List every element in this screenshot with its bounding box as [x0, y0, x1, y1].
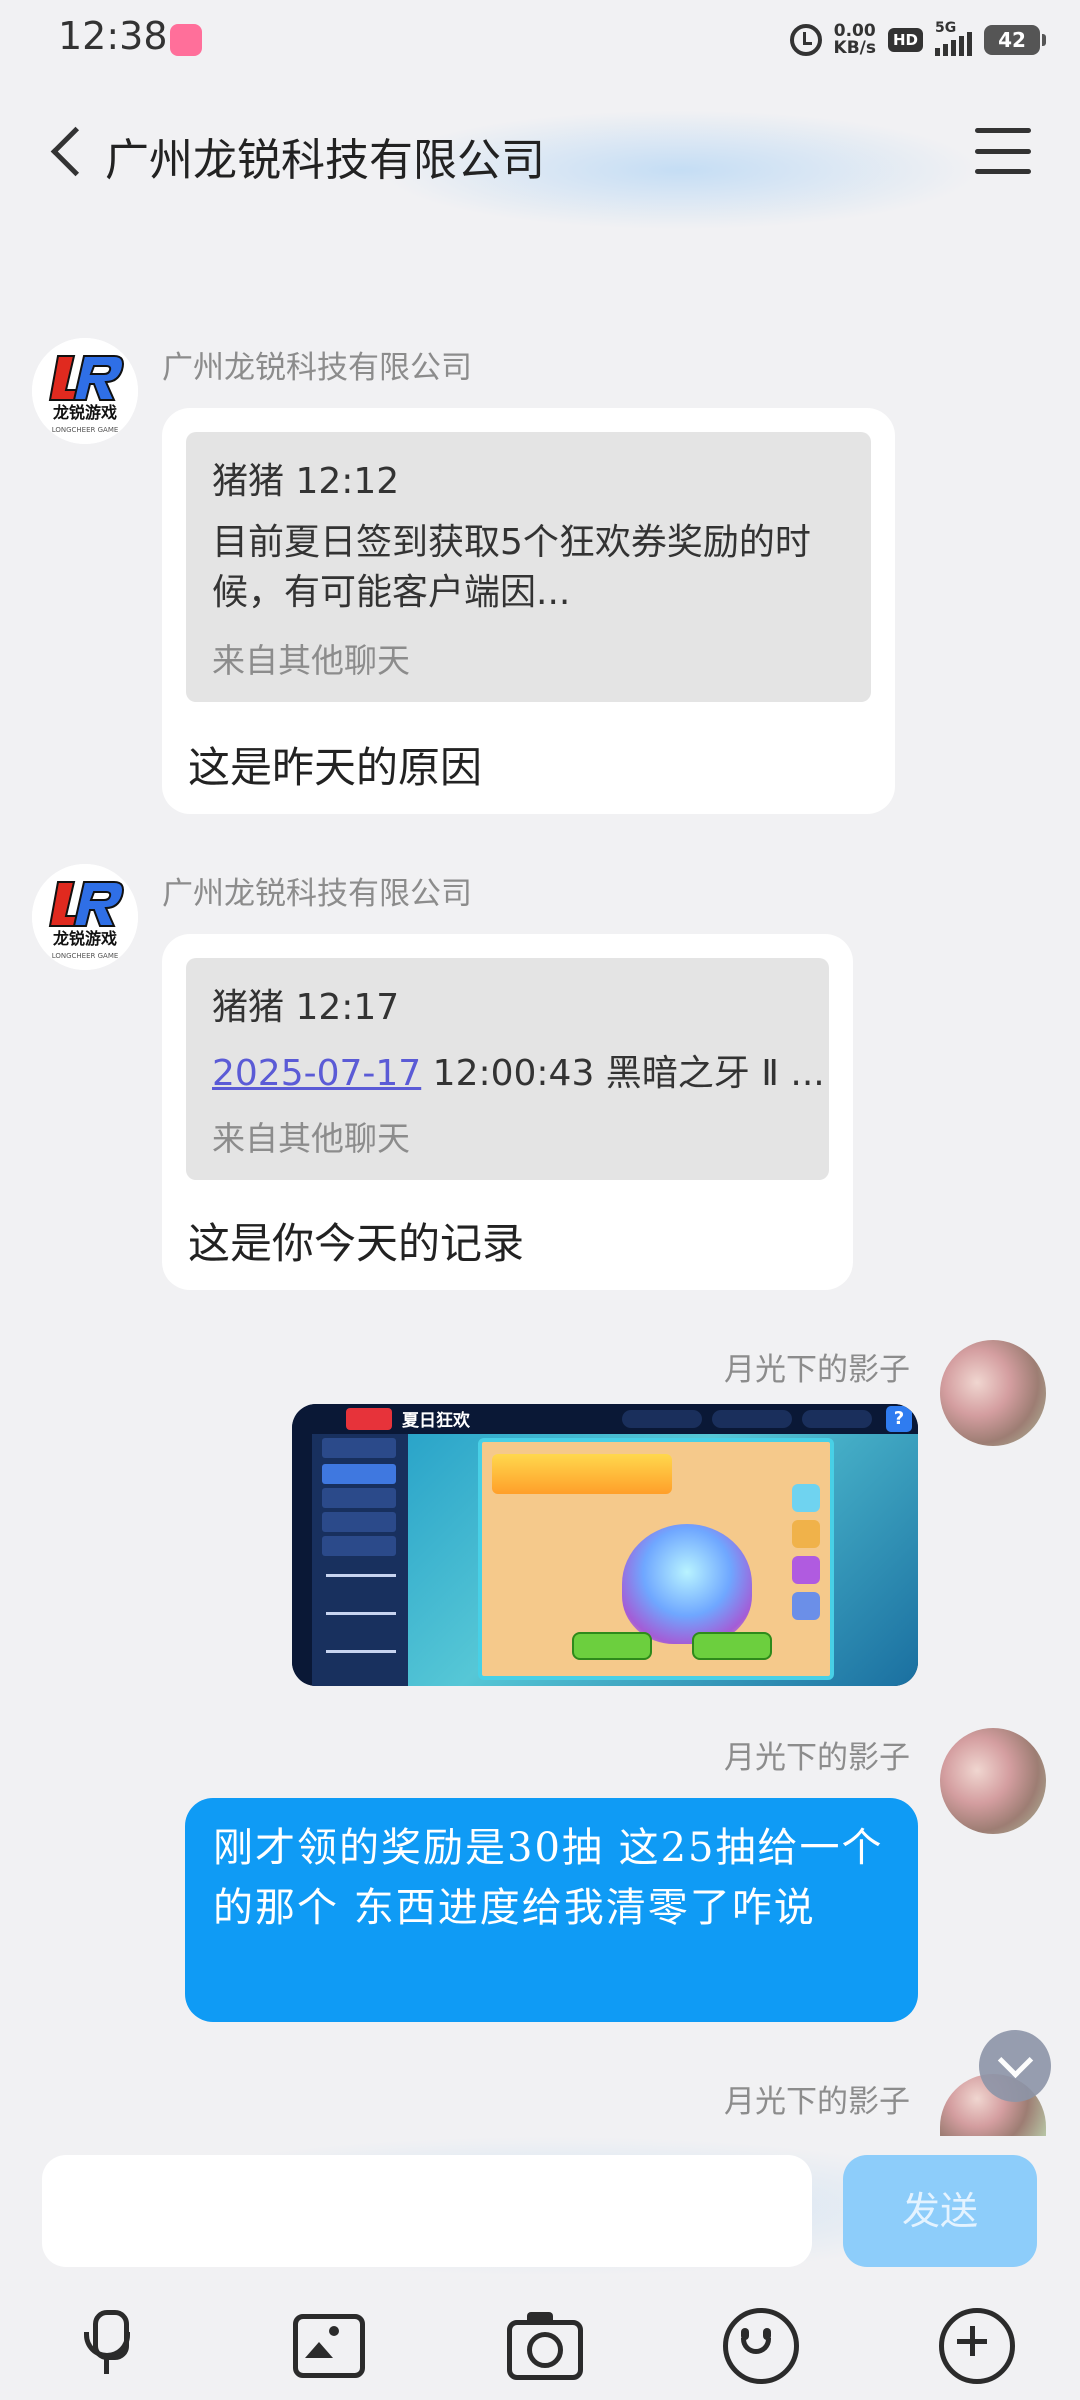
date-link[interactable]: 2025-07-17: [212, 1053, 421, 1094]
sender-name: 广州龙锐科技有限公司: [162, 350, 472, 386]
sender-name: 月光下的影子: [724, 1352, 910, 1388]
net-speed-unit: KB/s: [833, 38, 876, 58]
quoted-message[interactable]: 猪猪 12:12 目前夏日签到获取5个狂欢券奖励的时候，有可能客户端因... 来…: [186, 432, 871, 702]
camera-icon[interactable]: [495, 2296, 585, 2386]
game-side-icon: [792, 1592, 820, 1620]
emoji-icon[interactable]: [711, 2296, 801, 2386]
quote-source: 来自其他聊天: [212, 641, 410, 680]
back-icon[interactable]: [40, 120, 100, 190]
game-title: 夏日狂欢: [402, 1411, 470, 1431]
quote-text: 2025-07-17 12:00:43 黑暗之牙 Ⅱ ...: [212, 1044, 825, 1096]
status-indicators: 0.00 KB/s HD 5G 42: [789, 20, 1046, 60]
battery-icon: 42: [984, 25, 1046, 55]
sender-name: 月光下的影子: [724, 2084, 910, 2120]
app-notification-icon: [170, 24, 202, 56]
avatar[interactable]: [940, 1728, 1046, 1834]
quote-text-rest: 12:00:43 黑暗之牙 Ⅱ ...: [421, 1053, 825, 1094]
game-stat: [802, 1410, 872, 1428]
game-nav-item: [322, 1488, 396, 1508]
status-time: 12:38: [58, 14, 168, 58]
sender-name: 广州龙锐科技有限公司: [162, 876, 472, 912]
game-side-icon: [792, 1520, 820, 1548]
svg-text:龙锐游戏: 龙锐游戏: [52, 403, 117, 422]
sender-name: 月光下的影子: [724, 1740, 910, 1776]
alarm-icon: [789, 24, 822, 56]
scroll-to-bottom-button[interactable]: [979, 2030, 1051, 2102]
avatar[interactable]: 龙锐游戏 LONGCHEER GAME: [32, 338, 138, 444]
send-button[interactable]: 发送: [843, 2155, 1037, 2267]
avatar[interactable]: [940, 1340, 1046, 1446]
signal-icon: 5G: [935, 20, 972, 56]
game-nav-item: [326, 1612, 396, 1615]
game-help-icon: ?: [886, 1406, 912, 1432]
quoted-message[interactable]: 猪猪 12:17 2025-07-17 12:00:43 黑暗之牙 Ⅱ ... …: [186, 958, 829, 1180]
network-type: 5G: [935, 20, 957, 36]
game-nav-item: [322, 1536, 396, 1556]
game-stat: [622, 1410, 702, 1428]
game-side-icon: [792, 1556, 820, 1584]
lr-logo-icon: 龙锐游戏 LONGCHEER GAME: [32, 864, 138, 970]
lr-logo-icon: 龙锐游戏 LONGCHEER GAME: [32, 338, 138, 444]
hamburger-menu-icon[interactable]: [975, 128, 1031, 174]
svg-text:LONGCHEER GAME: LONGCHEER GAME: [52, 426, 119, 434]
game-nav-item: [322, 1512, 396, 1532]
chat-screen: 12:38 0.00 KB/s HD 5G 42 广州龙锐科技有限公司 龙锐游戏…: [0, 0, 1080, 2400]
game-prize-cake: [622, 1524, 752, 1644]
quote-author-time: 猪猪 12:17: [212, 987, 400, 1028]
game-nav-item: [326, 1574, 396, 1577]
game-nav-item: [326, 1650, 396, 1653]
game-side-icon: [792, 1484, 820, 1512]
quote-text: 目前夏日签到获取5个狂欢券奖励的时候，有可能客户端因...: [212, 522, 811, 613]
game-button: [692, 1632, 772, 1660]
quote-source: 来自其他聊天: [212, 1119, 410, 1158]
chat-header: 广州龙锐科技有限公司: [0, 80, 1080, 230]
message-text: 这是昨天的原因: [188, 743, 483, 792]
image-attachment[interactable]: 夏日狂欢 ?: [292, 1404, 918, 1686]
network-speed: 0.00 KB/s: [834, 23, 876, 57]
message-bubble[interactable]: 猪猪 12:17 2025-07-17 12:00:43 黑暗之牙 Ⅱ ... …: [162, 934, 853, 1290]
game-banner: [492, 1454, 672, 1494]
svg-text:LONGCHEER GAME: LONGCHEER GAME: [52, 952, 119, 960]
message-text: 这是你今天的记录: [188, 1219, 525, 1268]
svg-text:龙锐游戏: 龙锐游戏: [52, 929, 117, 948]
quote-author-time: 猪猪 12:12: [212, 461, 400, 502]
image-icon[interactable]: [279, 2296, 369, 2386]
game-nav-item: [322, 1464, 396, 1484]
chat-title: 广州龙锐科技有限公司: [105, 135, 545, 186]
game-back-icon: [346, 1408, 392, 1430]
mic-icon[interactable]: [62, 2296, 152, 2386]
message-bubble[interactable]: 猪猪 12:12 目前夏日签到获取5个狂欢券奖励的时候，有可能客户端因... 来…: [162, 408, 895, 814]
status-bar: 12:38 0.00 KB/s HD 5G 42: [0, 0, 1080, 80]
game-nav-item: [322, 1438, 396, 1458]
message-input[interactable]: [42, 2155, 812, 2267]
hd-badge: HD: [887, 28, 923, 52]
plus-icon[interactable]: [927, 2296, 1017, 2386]
message-bubble[interactable]: 刚才领的奖励是30抽 这25抽给一个的那个 东西进度给我清零了咋说: [185, 1798, 918, 2022]
game-button: [572, 1632, 652, 1660]
avatar[interactable]: 龙锐游戏 LONGCHEER GAME: [32, 864, 138, 970]
input-area: 发送: [0, 2136, 1080, 2400]
game-stat: [712, 1410, 792, 1428]
